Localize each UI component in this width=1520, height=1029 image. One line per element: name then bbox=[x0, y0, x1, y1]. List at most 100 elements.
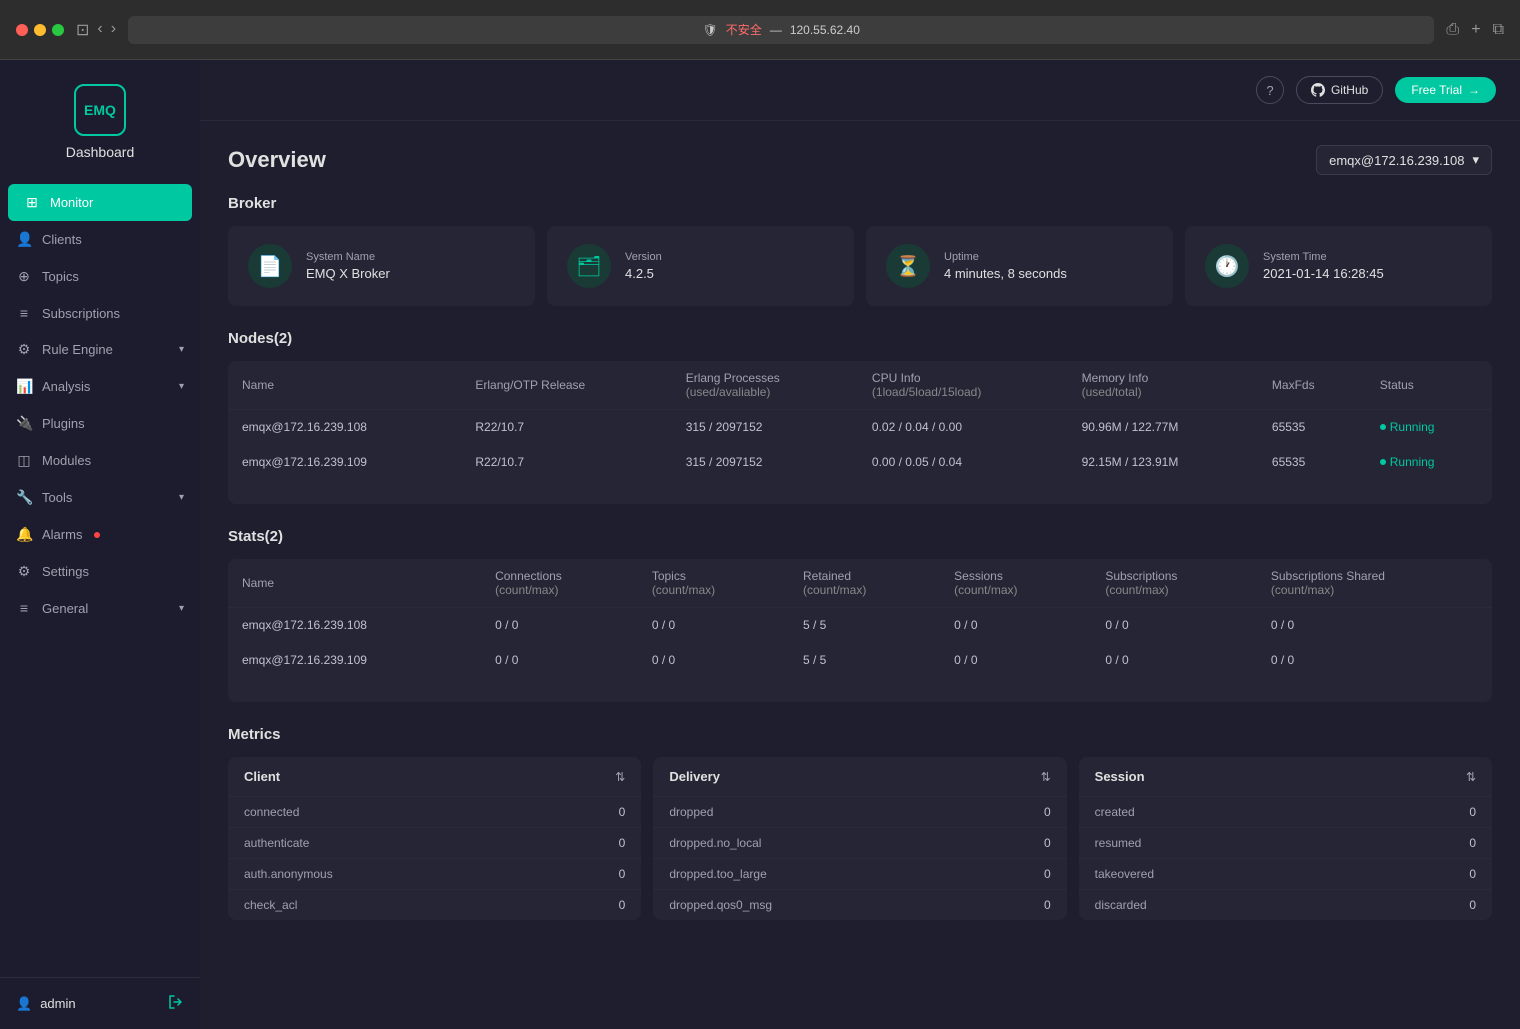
metrics-key: resumed bbox=[1095, 836, 1142, 850]
chevron-down-icon: ▾ bbox=[179, 344, 184, 355]
sidebar-item-tools[interactable]: 🔧 Tools ▾ bbox=[0, 479, 200, 516]
system-time-label: System Time bbox=[1263, 251, 1384, 263]
metrics-row: dropped 0 bbox=[653, 797, 1066, 828]
back-icon[interactable]: ‹ bbox=[97, 20, 102, 40]
arrow-right-icon: → bbox=[1468, 83, 1480, 97]
metrics-delivery-sort[interactable]: ⇅ bbox=[1041, 770, 1051, 784]
stat-subscriptions-1: 0 / 0 bbox=[1091, 608, 1257, 643]
sidebar-item-rule-engine[interactable]: ⚙ Rule Engine ▾ bbox=[0, 331, 200, 368]
stat-topics-1: 0 / 0 bbox=[638, 608, 789, 643]
topics-icon: ⊕ bbox=[16, 268, 32, 285]
minimize-button[interactable] bbox=[34, 24, 46, 36]
node-erlang-1: R22/10.7 bbox=[461, 410, 671, 445]
sidebar-item-subscriptions[interactable]: ≡ Subscriptions bbox=[0, 295, 200, 331]
sidebar-dashboard-label: Dashboard bbox=[66, 144, 135, 160]
alarm-badge bbox=[94, 532, 100, 538]
sidebar-item-settings[interactable]: ⚙ Settings bbox=[0, 553, 200, 590]
metrics-row: takeovered 0 bbox=[1079, 859, 1492, 890]
metrics-client-sort[interactable]: ⇅ bbox=[615, 770, 625, 784]
stats-col-subscriptions: Subscriptions(count/max) bbox=[1091, 559, 1257, 608]
stats-section: Stats(2) Name Connections(count/max) Top… bbox=[228, 528, 1492, 702]
metrics-val: 0 bbox=[1044, 805, 1051, 819]
stats-col-sessions: Sessions(count/max) bbox=[940, 559, 1091, 608]
metrics-row: auth.anonymous 0 bbox=[228, 859, 641, 890]
stats-col-retained: Retained(count/max) bbox=[789, 559, 940, 608]
sidebar-item-topics[interactable]: ⊕ Topics bbox=[0, 258, 200, 295]
node-name-2: emqx@172.16.239.109 bbox=[228, 445, 461, 480]
sidebar-item-analysis[interactable]: 📊 Analysis ▾ bbox=[0, 368, 200, 405]
system-name-info: System Name EMQ X Broker bbox=[306, 251, 390, 281]
chevron-down-icon-general: ▾ bbox=[179, 603, 184, 614]
stats-col-name: Name bbox=[228, 559, 481, 608]
share-icon[interactable]: ⎙ bbox=[1446, 21, 1459, 39]
security-warning: 不安全 bbox=[726, 21, 762, 38]
sidebar: EMQ Dashboard ⊞ Monitor 👤 Clients ⊕ Topi… bbox=[0, 60, 200, 1029]
metrics-key: dropped.no_local bbox=[669, 836, 761, 850]
node-memory-1: 90.96M / 122.77M bbox=[1068, 410, 1258, 445]
metrics-card-client: Client ⇅ connected 0 authenticate 0 au bbox=[228, 757, 641, 920]
forward-icon[interactable]: › bbox=[111, 20, 116, 40]
general-icon: ≡ bbox=[16, 600, 32, 616]
logo-icon: EMQ bbox=[74, 84, 126, 136]
metrics-row: dropped.too_large 0 bbox=[653, 859, 1066, 890]
close-button[interactable] bbox=[16, 24, 28, 36]
metrics-row: created 0 bbox=[1079, 797, 1492, 828]
help-button[interactable]: ? bbox=[1256, 76, 1284, 104]
status-dot-2 bbox=[1380, 459, 1386, 465]
metrics-row: resumed 0 bbox=[1079, 828, 1492, 859]
page-header: Overview emqx@172.16.239.108 ▾ bbox=[228, 145, 1492, 175]
node-status-2: Running bbox=[1366, 445, 1492, 480]
sidebar-nav: ⊞ Monitor 👤 Clients ⊕ Topics ≡ Subscript… bbox=[0, 176, 200, 977]
sidebar-item-clients[interactable]: 👤 Clients bbox=[0, 221, 200, 258]
sidebar-item-label-tools: Tools bbox=[42, 490, 72, 505]
node-selector-value: emqx@172.16.239.108 bbox=[1329, 153, 1464, 168]
sidebar-item-alarms[interactable]: 🔔 Alarms bbox=[0, 516, 200, 553]
system-name-label: System Name bbox=[306, 251, 390, 263]
sidebar-item-label-monitor: Monitor bbox=[50, 195, 93, 210]
chevron-down-icon-node: ▾ bbox=[1472, 152, 1479, 168]
stat-subscriptions-shared-1: 0 / 0 bbox=[1257, 608, 1492, 643]
metrics-row: check_acl 0 bbox=[228, 890, 641, 920]
subscriptions-icon: ≡ bbox=[16, 305, 32, 321]
broker-section: Broker 📄 System Name EMQ X Broker 🗂 Vers… bbox=[228, 195, 1492, 306]
stat-subscriptions-shared-2: 0 / 0 bbox=[1257, 643, 1492, 678]
stat-sessions-2: 0 / 0 bbox=[940, 643, 1091, 678]
monitor-icon: ⊞ bbox=[24, 194, 40, 211]
alarms-icon: 🔔 bbox=[16, 526, 32, 543]
modules-icon: ◫ bbox=[16, 452, 32, 469]
metrics-key: connected bbox=[244, 805, 299, 819]
table-row: emqx@172.16.239.109 0 / 0 0 / 0 5 / 5 0 … bbox=[228, 643, 1492, 678]
system-time-info: System Time 2021-01-14 16:28:45 bbox=[1263, 251, 1384, 281]
github-button[interactable]: GitHub bbox=[1296, 76, 1383, 104]
metrics-val: 0 bbox=[1469, 836, 1476, 850]
node-processes-2: 315 / 2097152 bbox=[672, 445, 858, 480]
sidebar-toggle-icon[interactable]: ⊡ bbox=[76, 20, 89, 40]
table-row: emqx@172.16.239.109 R22/10.7 315 / 20971… bbox=[228, 445, 1492, 480]
node-maxfds-1: 65535 bbox=[1258, 410, 1366, 445]
metrics-key: authenticate bbox=[244, 836, 309, 850]
metrics-session-sort[interactable]: ⇅ bbox=[1466, 770, 1476, 784]
system-time-value: 2021-01-14 16:28:45 bbox=[1263, 266, 1384, 281]
sidebar-item-monitor[interactable]: ⊞ Monitor bbox=[8, 184, 192, 221]
table-row: emqx@172.16.239.108 R22/10.7 315 / 20971… bbox=[228, 410, 1492, 445]
sidebar-item-general[interactable]: ≡ General ▾ bbox=[0, 590, 200, 626]
maximize-button[interactable] bbox=[52, 24, 64, 36]
broker-section-title: Broker bbox=[228, 195, 1492, 212]
node-memory-2: 92.15M / 123.91M bbox=[1068, 445, 1258, 480]
nodes-table: Name Erlang/OTP Release Erlang Processes… bbox=[228, 361, 1492, 480]
metrics-val: 0 bbox=[619, 805, 626, 819]
logout-icon[interactable] bbox=[168, 994, 184, 1013]
sidebar-footer: 👤 admin bbox=[0, 977, 200, 1029]
node-selector[interactable]: emqx@172.16.239.108 ▾ bbox=[1316, 145, 1492, 175]
sidebar-item-modules[interactable]: ◫ Modules bbox=[0, 442, 200, 479]
metrics-header-session: Session ⇅ bbox=[1079, 757, 1492, 797]
address-bar[interactable]: 🛡 不安全 — 120.55.62.40 bbox=[128, 16, 1434, 44]
new-tab-icon[interactable]: + bbox=[1471, 21, 1480, 39]
version-value: 4.2.5 bbox=[625, 266, 662, 281]
window-icon[interactable]: ⧉ bbox=[1493, 21, 1504, 39]
sidebar-item-plugins[interactable]: 🔌 Plugins bbox=[0, 405, 200, 442]
trial-button[interactable]: Free Trial → bbox=[1395, 77, 1496, 103]
uptime-info: Uptime 4 minutes, 8 seconds bbox=[944, 251, 1067, 281]
settings-icon: ⚙ bbox=[16, 563, 32, 580]
node-processes-1: 315 / 2097152 bbox=[672, 410, 858, 445]
